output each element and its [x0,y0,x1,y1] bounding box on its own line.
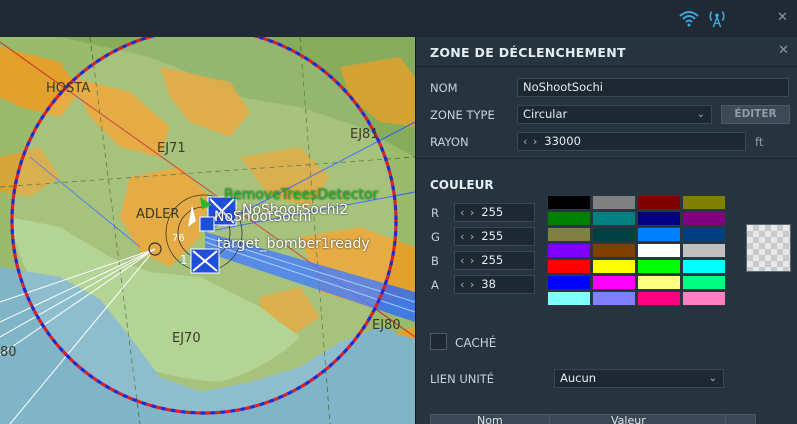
color-preview [746,224,791,272]
color-swatch[interactable] [592,243,636,258]
r-stepper[interactable]: ‹ › 255 [454,203,535,222]
table-column-divider [725,415,726,424]
zone-type-value: Circular [523,107,568,121]
antenna-icon[interactable] [706,8,728,28]
b-value: 255 [481,253,504,267]
map-label-ej71: EJ71 [157,141,186,156]
panel-close-icon[interactable]: ✕ [778,43,789,58]
color-swatch[interactable] [637,211,681,226]
color-swatch[interactable] [637,243,681,258]
color-swatch[interactable] [592,275,636,290]
nom-label: NOM [430,81,458,95]
lien-unite-select[interactable]: Aucun ⌄ [554,369,724,388]
table-column-divider [549,415,550,424]
unit-label-remove-trees-detector[interactable]: RemoveTreesDetector [224,187,378,203]
r-value: 255 [481,205,504,219]
color-swatch[interactable] [547,291,591,306]
title-divider [416,66,797,67]
color-swatch[interactable] [592,211,636,226]
wifi-icon[interactable] [678,8,700,28]
rayon-value: 33000 [544,134,581,148]
lien-unite-label: LIEN UNITÉ [430,372,495,386]
color-swatch[interactable] [547,195,591,210]
color-swatch[interactable] [547,227,591,242]
rayon-divider [416,158,797,159]
color-swatch[interactable] [547,243,591,258]
color-swatch[interactable] [637,291,681,306]
rayon-label: RAYON [430,135,469,149]
rayon-stepper[interactable]: ‹ › 33000 [517,132,746,151]
color-swatch[interactable] [682,211,726,226]
g-stepper[interactable]: ‹ › 255 [454,227,535,246]
a-stepper[interactable]: ‹ › 38 [454,275,535,294]
color-swatch[interactable] [592,195,636,210]
trigger-zone-panel: ZONE DE DÉCLENCHEMENT ✕ NOM NoShootSochi… [415,37,797,424]
color-swatch[interactable] [592,291,636,306]
cache-checkbox[interactable] [430,333,447,350]
unit-count-label: 76 [172,233,185,244]
map-label-ej70: EJ70 [172,331,201,346]
panel-title: ZONE DE DÉCLENCHEMENT [430,45,626,60]
color-swatch[interactable] [682,291,726,306]
color-swatch[interactable] [682,227,726,242]
color-swatch[interactable] [547,259,591,274]
color-swatch[interactable] [547,211,591,226]
b-stepper[interactable]: ‹ › 255 [454,251,535,270]
stepper-arrows-icon[interactable]: ‹ › [460,206,475,219]
color-swatch[interactable] [682,259,726,274]
nom-input[interactable]: NoShootSochi [517,78,789,97]
table-header-valeur[interactable]: Valeur [611,414,646,424]
unit-label-noshoot-sochi[interactable]: NoShootSochi [214,209,311,225]
map-view[interactable]: HOSTA ADLER EJ71 EJ81 EJ70 EJ80 80 76 1 … [0,37,415,424]
g-label: G [431,230,440,244]
chevron-down-icon: ⌄ [708,373,717,384]
color-swatch[interactable] [592,227,636,242]
rayon-unit: ft [755,135,764,149]
top-bar: ✕ [0,0,797,37]
cache-label: CACHÉ [455,336,497,350]
color-swatch[interactable] [682,243,726,258]
color-swatch[interactable] [637,195,681,210]
stepper-arrows-icon[interactable]: ‹ › [523,135,538,148]
color-swatch[interactable] [682,275,726,290]
table-header-nom[interactable]: Nom [477,414,503,424]
g-value: 255 [481,229,504,243]
couleur-title: COULEUR [430,178,494,192]
edit-button[interactable]: ÉDITER [721,105,790,124]
color-palette [547,195,727,306]
map-label-left-number: 80 [0,345,17,360]
r-label: R [431,206,439,220]
stepper-arrows-icon[interactable]: ‹ › [460,254,475,267]
unit-index-label: 1 [180,253,188,267]
color-swatch[interactable] [637,275,681,290]
color-swatch[interactable] [637,227,681,242]
properties-table-header: Nom Valeur [430,414,756,424]
zone-type-label: ZONE TYPE [430,108,495,122]
color-swatch[interactable] [637,259,681,274]
chevron-down-icon: ⌄ [696,109,705,120]
b-label: B [431,254,439,268]
map-label-ej80: EJ80 [372,318,401,333]
map-label-hosta: HOSTA [46,81,91,96]
color-swatch[interactable] [592,259,636,274]
lien-unite-value: Aucun [560,371,597,385]
color-swatch[interactable] [547,275,591,290]
window-close-icon[interactable]: ✕ [777,10,788,25]
stepper-arrows-icon[interactable]: ‹ › [460,230,475,243]
zone-type-select[interactable]: Circular ⌄ [517,105,712,124]
a-label: A [431,278,439,292]
a-value: 38 [481,277,496,291]
color-swatch[interactable] [682,195,726,210]
unit-label-target-bomber1ready[interactable]: target_bomber1ready [217,236,370,252]
stepper-arrows-icon[interactable]: ‹ › [460,278,475,291]
map-label-ej81: EJ81 [350,127,379,142]
map-label-adler: ADLER [136,207,180,222]
